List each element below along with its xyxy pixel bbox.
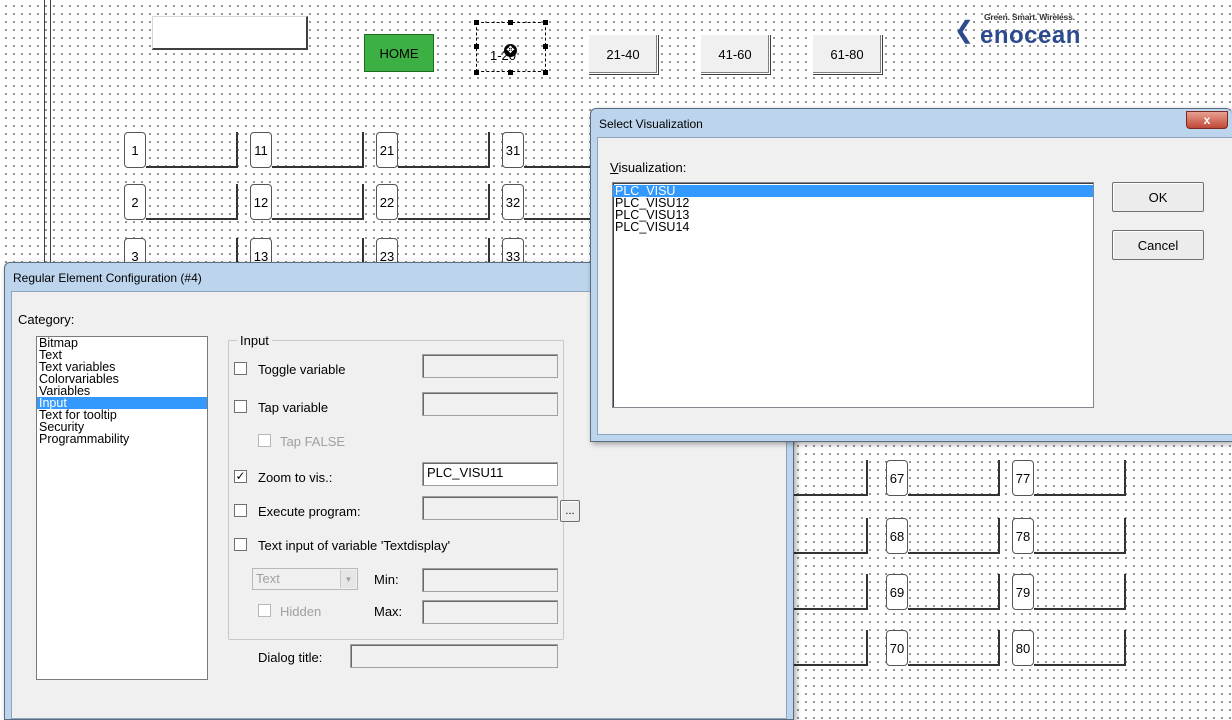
text-input-checkbox[interactable] <box>234 538 247 551</box>
number-field[interactable]: 69 <box>886 574 1000 610</box>
zoom-to-vis-label: Zoom to vis.: <box>258 470 333 485</box>
tap-variable-checkbox[interactable] <box>234 400 247 413</box>
select-visualization-dialog: Select Visualization x Visualization: PL… <box>590 108 1232 442</box>
zoom-to-vis-field[interactable]: PLC_VISU11 <box>422 462 558 486</box>
range-21-40-button[interactable]: 21-40 <box>588 34 658 74</box>
toggle-variable-label: Toggle variable <box>258 362 346 377</box>
number-field[interactable]: 70 <box>886 630 1000 666</box>
text-type-combo[interactable]: Text ▼ <box>252 568 358 590</box>
number-field[interactable]: 67 <box>886 460 1000 496</box>
number-field[interactable]: 68 <box>886 518 1000 554</box>
close-icon[interactable]: x <box>1186 111 1228 129</box>
dropdown-arrow-icon[interactable]: ▼ <box>340 570 356 588</box>
category-item[interactable]: Programmability <box>37 433 207 446</box>
toggle-variable-field[interactable] <box>422 354 558 378</box>
ok-button[interactable]: OK <box>1112 182 1204 212</box>
text-input-label: Text input of variable 'Textdisplay' <box>258 538 451 553</box>
number-label: 68 <box>886 518 908 554</box>
number-field[interactable]: 79 <box>1012 574 1126 610</box>
number-label: 78 <box>1012 518 1034 554</box>
cancel-button[interactable]: Cancel <box>1112 230 1204 260</box>
number-field[interactable]: 77 <box>1012 460 1126 496</box>
execute-program-field[interactable] <box>422 496 558 520</box>
execute-program-checkbox[interactable] <box>234 504 247 517</box>
browse-program-button[interactable]: ... <box>560 500 580 522</box>
move-cursor-icon: ✥ <box>504 44 517 57</box>
number-field[interactable]: 12 <box>250 184 364 220</box>
number-label: 31 <box>502 132 524 168</box>
dialog-title-field[interactable] <box>350 644 558 668</box>
select-vis-body: Visualization: PLC_VISU PLC_VISU12 PLC_VIS… <box>597 137 1232 435</box>
empty-field-button[interactable] <box>152 16 308 50</box>
visualization-list[interactable]: PLC_VISU PLC_VISU12 PLC_VISU13 PLC_VISU14 <box>612 182 1094 408</box>
number-label: 77 <box>1012 460 1034 496</box>
home-button[interactable]: HOME <box>364 34 434 72</box>
execute-program-label: Execute program: <box>258 504 361 519</box>
zoom-to-vis-checkbox[interactable]: ✓ <box>234 470 247 483</box>
number-field[interactable]: 22 <box>376 184 490 220</box>
resize-handle[interactable] <box>543 20 548 25</box>
hidden-label: Hidden <box>280 604 322 619</box>
number-label: 67 <box>886 460 908 496</box>
number-field[interactable]: 21 <box>376 132 490 168</box>
max-label: Max: <box>374 604 403 619</box>
tap-variable-field[interactable] <box>422 392 558 416</box>
input-group: Input <box>228 333 564 640</box>
logo-tagline: Green. Smart. Wireless. <box>984 12 1075 22</box>
resize-handle[interactable] <box>474 44 479 49</box>
select-vis-title: Select Visualization <box>599 117 703 131</box>
visualization-label: Visualization: <box>610 160 687 175</box>
visualization-item[interactable]: PLC_VISU14 <box>613 221 1093 234</box>
tap-false-checkbox[interactable] <box>258 434 271 447</box>
number-field[interactable]: 78 <box>1012 518 1126 554</box>
max-field[interactable] <box>422 600 558 624</box>
number-label: 21 <box>376 132 398 168</box>
number-field[interactable]: 2 <box>124 184 238 220</box>
number-label: 12 <box>250 184 272 220</box>
category-item[interactable]: Bitmap <box>37 337 207 350</box>
tap-false-label: Tap FALSE <box>280 434 346 449</box>
hidden-checkbox[interactable] <box>258 604 271 617</box>
logo-arrow-icon: ❮ <box>954 17 975 44</box>
number-label: 69 <box>886 574 908 610</box>
number-field[interactable]: 1 <box>124 132 238 168</box>
enocean-logo: ❮ Green. Smart. Wireless. enocean <box>942 4 1122 52</box>
number-label: 22 <box>376 184 398 220</box>
number-label: 70 <box>886 630 908 666</box>
resize-handle[interactable] <box>543 70 548 75</box>
category-label: Category: <box>18 312 75 327</box>
text-type-value: Text <box>256 571 280 586</box>
number-field[interactable]: 80 <box>1012 630 1126 666</box>
min-label: Min: <box>374 572 399 587</box>
number-label: 32 <box>502 184 524 220</box>
category-list[interactable]: Bitmap Text Text variables Colorvariables Va… <box>36 336 208 680</box>
number-label: 1 <box>124 132 146 168</box>
resize-handle[interactable] <box>508 70 513 75</box>
logo-wordmark: enocean <box>980 22 1081 49</box>
number-field[interactable]: 11 <box>250 132 364 168</box>
number-label: 2 <box>124 184 146 220</box>
min-field[interactable] <box>422 568 558 592</box>
resize-handle[interactable] <box>543 44 548 49</box>
resize-handle[interactable] <box>474 20 479 25</box>
resize-handle[interactable] <box>474 70 479 75</box>
number-label: 79 <box>1012 574 1034 610</box>
number-label: 11 <box>250 132 272 168</box>
tap-variable-label: Tap variable <box>258 400 329 415</box>
number-label: 80 <box>1012 630 1034 666</box>
resize-handle[interactable] <box>508 20 513 25</box>
range-61-80-button[interactable]: 61-80 <box>812 34 882 74</box>
dialog-title-label: Dialog title: <box>258 650 323 665</box>
toggle-variable-checkbox[interactable] <box>234 362 247 375</box>
range-41-60-button[interactable]: 41-60 <box>700 34 770 74</box>
input-group-title: Input <box>237 333 272 348</box>
